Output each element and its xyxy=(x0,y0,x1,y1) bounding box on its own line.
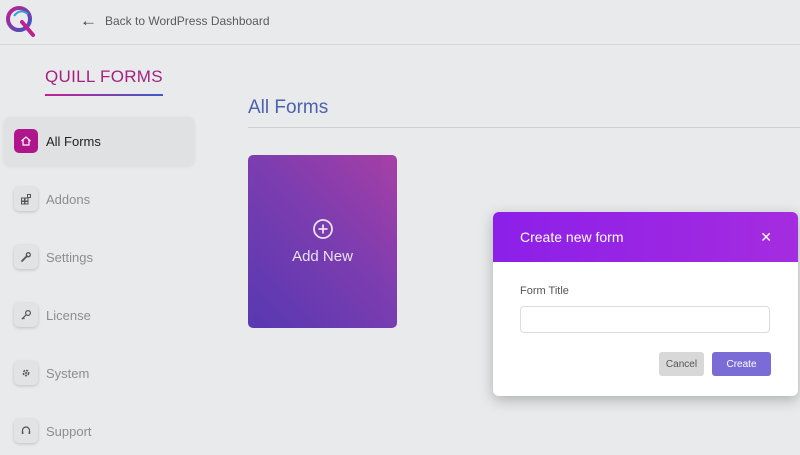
modal-header: Create new form ✕ xyxy=(493,212,798,262)
sidebar-item-label: Settings xyxy=(46,249,93,265)
create-button[interactable]: Create xyxy=(712,352,771,376)
sidebar-item-settings[interactable]: Settings xyxy=(4,233,194,281)
sidebar-item-label: License xyxy=(46,307,91,323)
arrow-left-icon: ← xyxy=(80,11,97,30)
quill-logo-icon[interactable] xyxy=(4,4,36,38)
wrench-icon xyxy=(14,245,38,269)
sidebar-item-label: Addons xyxy=(46,191,91,207)
add-new-label: Add New xyxy=(292,248,353,265)
sidebar-item-support[interactable]: Support xyxy=(4,407,194,455)
sidebar-item-addons[interactable]: Addons xyxy=(4,175,194,223)
plus-circle-icon xyxy=(312,219,333,239)
cancel-button[interactable]: Cancel xyxy=(659,352,704,376)
close-icon[interactable]: ✕ xyxy=(760,230,772,244)
page-title: All Forms xyxy=(248,97,329,118)
top-bar: ← Back to WordPress Dashboard xyxy=(0,0,800,45)
form-title-input[interactable] xyxy=(520,306,770,333)
sidebar-item-label: Support xyxy=(46,423,92,439)
headset-icon xyxy=(14,419,38,443)
form-title-label: Form Title xyxy=(520,285,569,297)
back-link-label: Back to WordPress Dashboard xyxy=(105,13,270,28)
sidebar-item-system[interactable]: System xyxy=(4,349,194,397)
gear-icon xyxy=(14,361,38,385)
sidebar-item-label: System xyxy=(46,365,90,381)
add-new-form-card[interactable]: Add New xyxy=(248,155,397,328)
back-to-dashboard-link[interactable]: ← Back to WordPress Dashboard xyxy=(80,12,270,29)
sidebar-item-label: All Forms xyxy=(46,133,101,149)
sidebar-item-all-forms[interactable]: All Forms xyxy=(4,117,194,165)
key-icon xyxy=(14,303,38,327)
brand-title: QUILL FORMS xyxy=(45,67,163,96)
sidebar-item-license[interactable]: License xyxy=(4,291,194,339)
title-divider xyxy=(248,127,800,128)
home-icon xyxy=(14,129,38,153)
modal-title: Create new form xyxy=(520,229,624,245)
create-form-modal: Create new form ✕ Form Title Cancel Crea… xyxy=(493,212,798,396)
addons-grid-icon xyxy=(14,187,38,211)
